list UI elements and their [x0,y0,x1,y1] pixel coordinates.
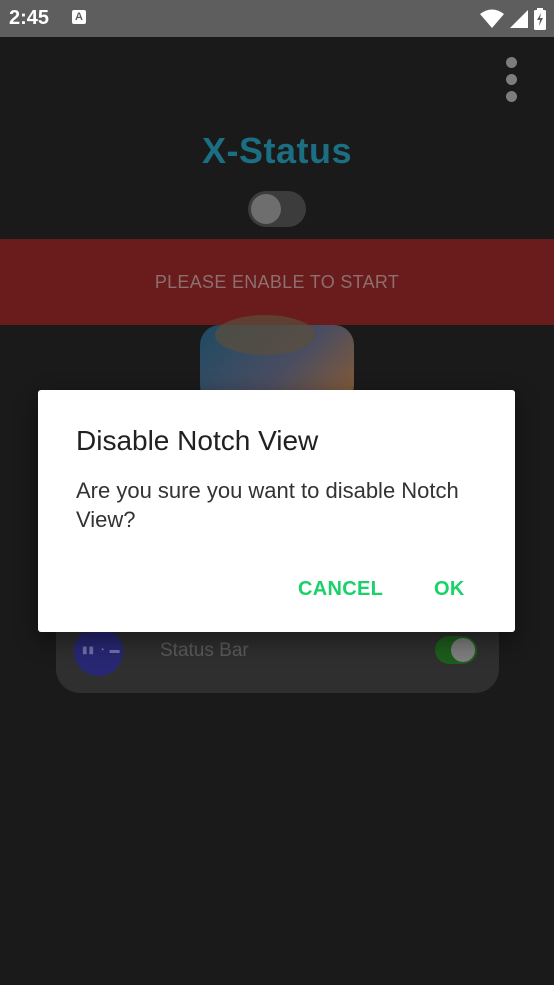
confirm-dialog: Disable Notch View Are you sure you want… [38,390,515,632]
setting-label: Status Bar [160,640,249,661]
banner-text: PLEASE ENABLE TO START [154,272,400,292]
master-toggle[interactable] [248,191,306,227]
toggle-thumb [451,638,475,662]
more-vert-icon[interactable] [503,57,519,105]
cancel-button[interactable]: CANCEL [292,574,389,605]
cell-signal-icon [510,10,528,28]
battery-charging-icon [534,8,546,30]
status-bar-toggle[interactable] [435,636,477,664]
enable-banner: PLEASE ENABLE TO START [0,239,554,325]
preview-decoration [215,315,315,355]
toggle-thumb [251,194,281,224]
wifi-icon [480,9,504,28]
dialog-title: Disable Notch View [76,425,319,456]
dialog-message: Are you sure you want to disable Notch V… [76,478,459,532]
ok-button[interactable]: OK [428,574,471,605]
clock: 2:45 [9,7,50,29]
a-letter-icon: A [72,10,86,24]
status-bar-icon: ▮▮ ◔ ▬ [74,627,123,676]
status-icons [480,8,546,30]
app-title: X-Status [201,130,353,171]
status-bar: 2:45 A [0,0,554,37]
